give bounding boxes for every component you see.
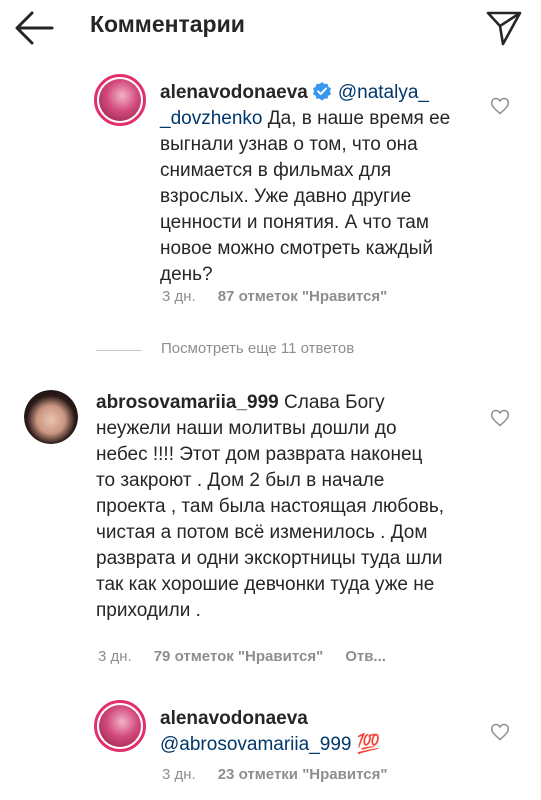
page-title: Комментарии bbox=[90, 11, 245, 37]
back-arrow-icon[interactable] bbox=[14, 10, 54, 46]
comment-body: Да, в наше время ее выгнали узнав о том,… bbox=[160, 108, 451, 285]
comment-time: 3 дн. bbox=[98, 648, 132, 665]
reply-button[interactable]: Отв... bbox=[345, 648, 386, 665]
divider-line bbox=[96, 350, 142, 351]
comment-text: alenavodonaeva @natalya_ _dovzhenko Да, в… bbox=[160, 80, 480, 288]
avatar[interactable] bbox=[24, 390, 78, 444]
view-more-label[interactable]: Посмотреть еще 11 ответов bbox=[161, 340, 354, 357]
comment-text: alenavodonaeva @abrosovamariia_999 💯 bbox=[160, 706, 480, 758]
direct-send-icon[interactable] bbox=[484, 8, 524, 48]
mention-link[interactable]: @abrosovamariia_999 bbox=[160, 734, 351, 755]
likes-count[interactable]: 79 отметок "Нравится" bbox=[154, 648, 323, 665]
hundred-emoji: 💯 bbox=[356, 734, 381, 755]
comment-username[interactable]: abrosovamariia_999 bbox=[96, 392, 279, 413]
like-heart-icon[interactable] bbox=[490, 96, 510, 116]
comment-meta: 3 дн. 79 отметок "Нравится" Отв... bbox=[98, 648, 408, 665]
comment-body: Слава Богу неужели наши молитвы дошли до… bbox=[96, 392, 445, 621]
like-heart-icon[interactable] bbox=[490, 722, 510, 742]
comment-time: 3 дн. bbox=[162, 766, 196, 783]
comment-time: 3 дн. bbox=[162, 288, 196, 305]
verified-badge-icon bbox=[312, 82, 331, 101]
avatar[interactable] bbox=[94, 700, 146, 752]
top-bar: Комментарии bbox=[0, 0, 541, 56]
likes-count[interactable]: 87 отметок "Нравится" bbox=[218, 288, 387, 305]
likes-count[interactable]: 23 отметки "Нравится" bbox=[218, 766, 388, 783]
comment-username[interactable]: alenavodonaeva bbox=[160, 708, 308, 729]
comment-text: abrosovamariia_999 Слава Богу неужели на… bbox=[96, 390, 446, 624]
like-heart-icon[interactable] bbox=[490, 408, 510, 428]
comment-username[interactable]: alenavodonaeva bbox=[160, 82, 308, 103]
avatar[interactable] bbox=[94, 74, 146, 126]
comment-meta: 3 дн. 23 отметки "Нравится" bbox=[162, 766, 409, 783]
comment-meta: 3 дн. 87 отметок "Нравится" bbox=[162, 288, 409, 305]
